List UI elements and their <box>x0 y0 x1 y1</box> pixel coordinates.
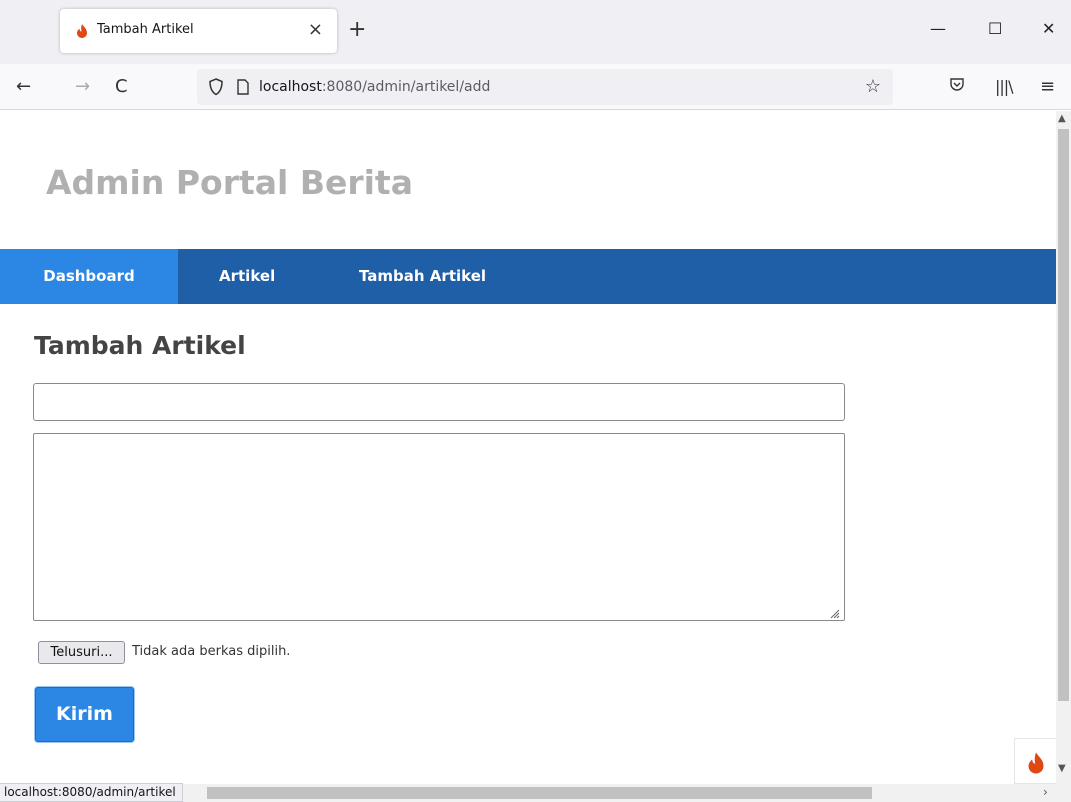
menu-item-dashboard[interactable]: Dashboard <box>0 249 178 304</box>
menu-item-tambah-artikel[interactable]: Tambah Artikel <box>359 249 486 304</box>
scroll-up-icon[interactable]: ▲ <box>1058 113 1066 125</box>
vertical-scrollbar[interactable]: ▲ ▼ <box>1056 111 1071 784</box>
page-viewport: Admin Portal Berita Dashboard Artikel Ta… <box>0 111 1056 784</box>
vertical-scroll-thumb[interactable] <box>1058 129 1069 701</box>
status-bar-url: localhost:8080/admin/artikel <box>0 783 183 802</box>
pocket-icon[interactable] <box>949 76 965 98</box>
forward-arrow-icon[interactable]: → <box>75 76 90 98</box>
menu-item-artikel[interactable]: Artikel <box>219 249 275 304</box>
bookmark-star-icon[interactable]: ☆ <box>865 76 881 98</box>
new-tab-icon[interactable]: + <box>348 17 366 43</box>
scroll-down-icon[interactable]: ▼ <box>1058 763 1066 775</box>
browser-navbar: ← → C localhost:8080/admin/artikel/add ☆… <box>0 64 1071 110</box>
browser-tabbar: Tambah Artikel × + — ☐ ✕ <box>0 0 1071 64</box>
debug-toolbar-toggle[interactable] <box>1014 738 1056 784</box>
url-path: :8080/admin/artikel/add <box>321 79 491 95</box>
tab-title: Tambah Artikel <box>97 22 194 37</box>
resize-grip-icon[interactable] <box>828 604 840 619</box>
maximize-icon[interactable]: ☐ <box>988 18 1002 40</box>
back-arrow-icon[interactable]: ← <box>16 76 31 98</box>
file-status-text: Tidak ada berkas dipilih. <box>132 644 291 659</box>
codeigniter-flame-icon <box>1028 752 1044 774</box>
submit-button[interactable]: Kirim <box>35 687 134 742</box>
browse-file-button[interactable]: Telusuri... <box>38 641 125 664</box>
library-icon[interactable]: |||\ <box>995 76 1014 98</box>
title-input[interactable] <box>33 383 845 421</box>
window-close-icon[interactable]: ✕ <box>1042 18 1055 40</box>
horizontal-scroll-thumb[interactable] <box>207 787 872 799</box>
content-textarea[interactable] <box>33 433 845 621</box>
minimize-icon[interactable]: — <box>930 18 946 40</box>
shield-icon[interactable] <box>208 78 224 100</box>
tab-close-icon[interactable]: × <box>308 19 323 41</box>
reload-icon[interactable]: C <box>115 76 128 98</box>
browser-tab[interactable]: Tambah Artikel × <box>60 9 337 53</box>
url-bar[interactable]: localhost:8080/admin/artikel/add ☆ <box>197 69 893 105</box>
main-menu: Dashboard Artikel Tambah Artikel <box>0 249 1056 304</box>
url-host: localhost <box>259 79 322 95</box>
page-icon <box>236 78 250 100</box>
url-text[interactable]: localhost:8080/admin/artikel/add <box>259 78 490 96</box>
codeigniter-flame-icon <box>76 23 88 42</box>
page-title: Tambah Artikel <box>34 331 246 360</box>
scroll-right-icon[interactable]: › <box>1043 785 1048 799</box>
hamburger-menu-icon[interactable]: ≡ <box>1040 76 1055 98</box>
site-title: Admin Portal Berita <box>46 163 413 202</box>
